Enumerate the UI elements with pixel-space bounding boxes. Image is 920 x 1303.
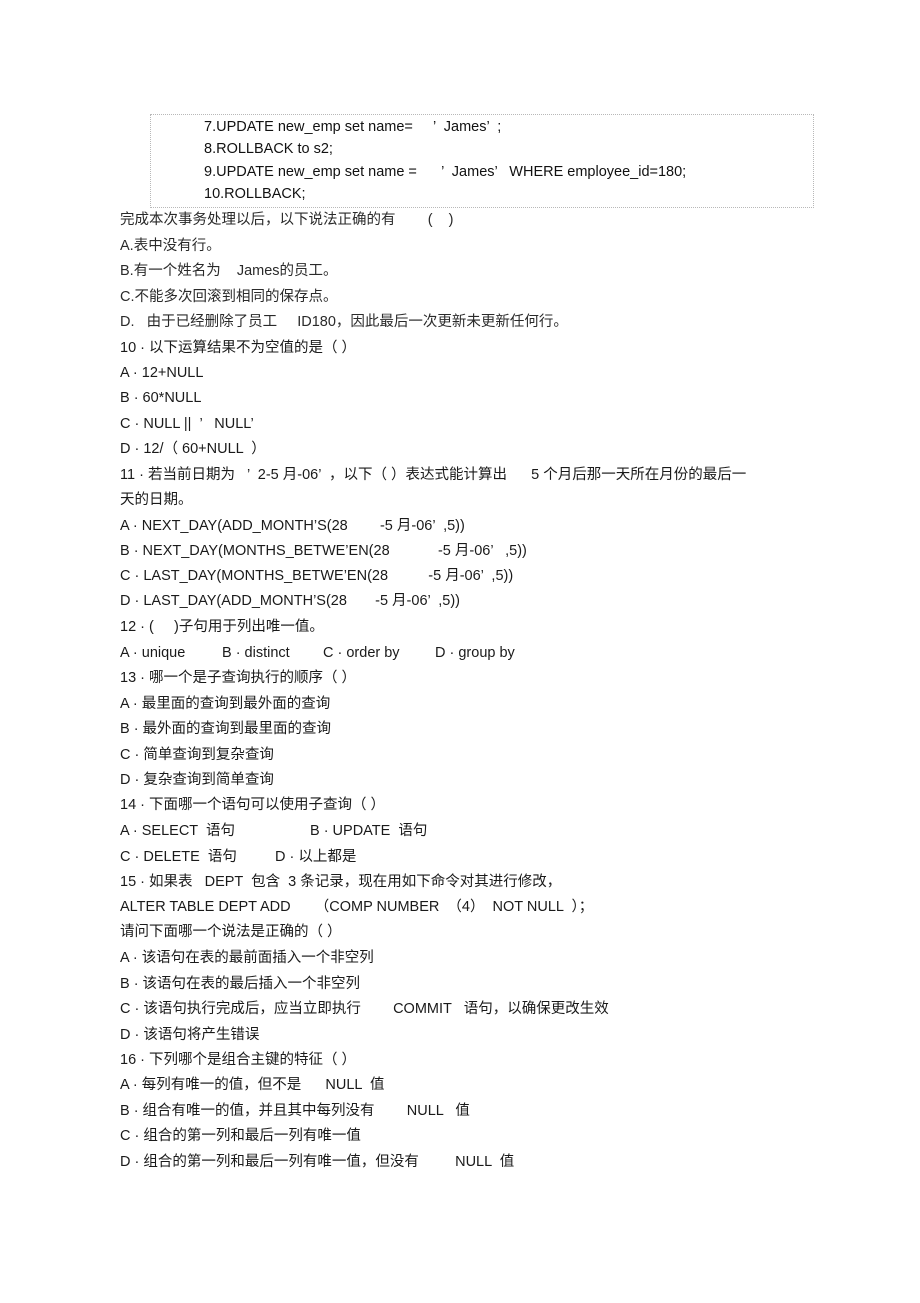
question-10-prompt: 10 · 以下运算结果不为空值的是（ ） (120, 340, 357, 356)
question-10-option-d: D · 12/（ 60+NULL ） (120, 441, 266, 457)
question-13-option-b: B · 最外面的查询到最里面的查询 (120, 721, 332, 737)
code-line: 8.ROLLBACK to s2; (204, 141, 333, 157)
question-12-option-b: B · distinct (222, 645, 290, 661)
question-14-option-a: A · SELECT 语句 (120, 823, 235, 839)
question-13-option-a: A · 最里面的查询到最外面的查询 (120, 696, 331, 712)
question-15-prompt: 15 · 如果表 DEPT 包含 3 条记录，现在用如下命令对其进行修改， (120, 874, 562, 890)
question-9-option-b: B.有一个姓名为 James的员工。 (120, 263, 338, 279)
document-page: 7.UPDATE new_emp set name= ’ James’ ; 8.… (0, 0, 920, 1303)
question-12-option-a: A · unique (120, 645, 186, 661)
question-16-prompt: 16 · 下列哪个是组合主键的特征（ ） (120, 1052, 357, 1068)
question-15-option-a: A · 该语句在表的最前面插入一个非空列 (120, 950, 374, 966)
question-10-option-b: B · 60*NULL (120, 390, 202, 406)
question-15-question: 请问下面哪一个说法是正确的（ ） (120, 924, 342, 940)
question-11-prompt-cont: 天的日期。 (120, 492, 193, 508)
question-16-option-c: C · 组合的第一列和最后一列有唯一值 (120, 1128, 361, 1144)
question-14-option-c: C · DELETE 语句 (120, 849, 237, 865)
question-11-prompt: 11 · 若当前日期为 ’ 2-5 月-06’ ，以下（ ）表达式能计算出 5 … (120, 467, 747, 483)
question-16-option-b: B · 组合有唯一的值，并且其中每列没有 NULL 值 (120, 1103, 470, 1119)
question-10-option-c: C · NULL || ’ NULL’ (120, 416, 254, 432)
question-9-option-c: C.不能多次回滚到相同的保存点。 (120, 289, 338, 305)
question-14-option-b: B · UPDATE 语句 (310, 823, 428, 839)
question-16-option-d: D · 组合的第一列和最后一列有唯一值，但没有 NULL 值 (120, 1154, 515, 1170)
code-line: 9.UPDATE new_emp set name = ’ James’ WHE… (204, 164, 687, 180)
question-9-option-a: A.表中没有行。 (120, 238, 221, 254)
question-11-option-c: C · LAST_DAY(MONTHS_BETWE’EN(28 -5 月-06’… (120, 568, 514, 584)
question-16-option-a: A · 每列有唯一的值，但不是 NULL 值 (120, 1077, 385, 1093)
question-9-option-d: D. 由于已经删除了员工 ID180，因此最后一次更新未更新任何行。 (120, 314, 568, 330)
question-11-option-d: D · LAST_DAY(ADD_MONTH’S(28 -5 月-06’ ,5)… (120, 593, 461, 609)
question-12-option-c: C · order by (323, 645, 400, 661)
question-13-prompt: 13 · 哪一个是子查询执行的顺序（ ） (120, 670, 357, 686)
question-15-option-d: D · 该语句将产生错误 (120, 1027, 260, 1043)
question-11-option-a: A · NEXT_DAY(ADD_MONTH’S(28 -5 月-06’ ,5)… (120, 518, 465, 534)
question-14-prompt: 14 · 下面哪一个语句可以使用子查询（ ） (120, 797, 386, 813)
question-12-prompt: 12 · ( )子句用于列出唯一值。 (120, 619, 324, 635)
question-15-statement: ALTER TABLE DEPT ADD （COMP NUMBER （4） NO… (120, 899, 594, 915)
question-9-prompt: 完成本次事务处理以后，以下说法正确的有 ( ) (120, 212, 454, 228)
question-13-option-c: C · 简单查询到复杂查询 (120, 747, 274, 763)
question-13-option-d: D · 复杂查询到简单查询 (120, 772, 274, 788)
question-15-option-c: C · 该语句执行完成后，应当立即执行 COMMIT 语句，以确保更改生效 (120, 1001, 609, 1017)
question-14-option-d: D · 以上都是 (275, 849, 357, 865)
question-11-option-b: B · NEXT_DAY(MONTHS_BETWE’EN(28 -5 月-06’… (120, 543, 527, 559)
question-12-option-d: D · group by (435, 645, 515, 661)
sql-code-box: 7.UPDATE new_emp set name= ’ James’ ; 8.… (150, 114, 814, 208)
question-15-option-b: B · 该语句在表的最后插入一个非空列 (120, 976, 361, 992)
question-10-option-a: A · 12+NULL (120, 365, 204, 381)
code-line: 7.UPDATE new_emp set name= ’ James’ ; (204, 119, 502, 135)
code-line: 10.ROLLBACK; (204, 186, 306, 202)
